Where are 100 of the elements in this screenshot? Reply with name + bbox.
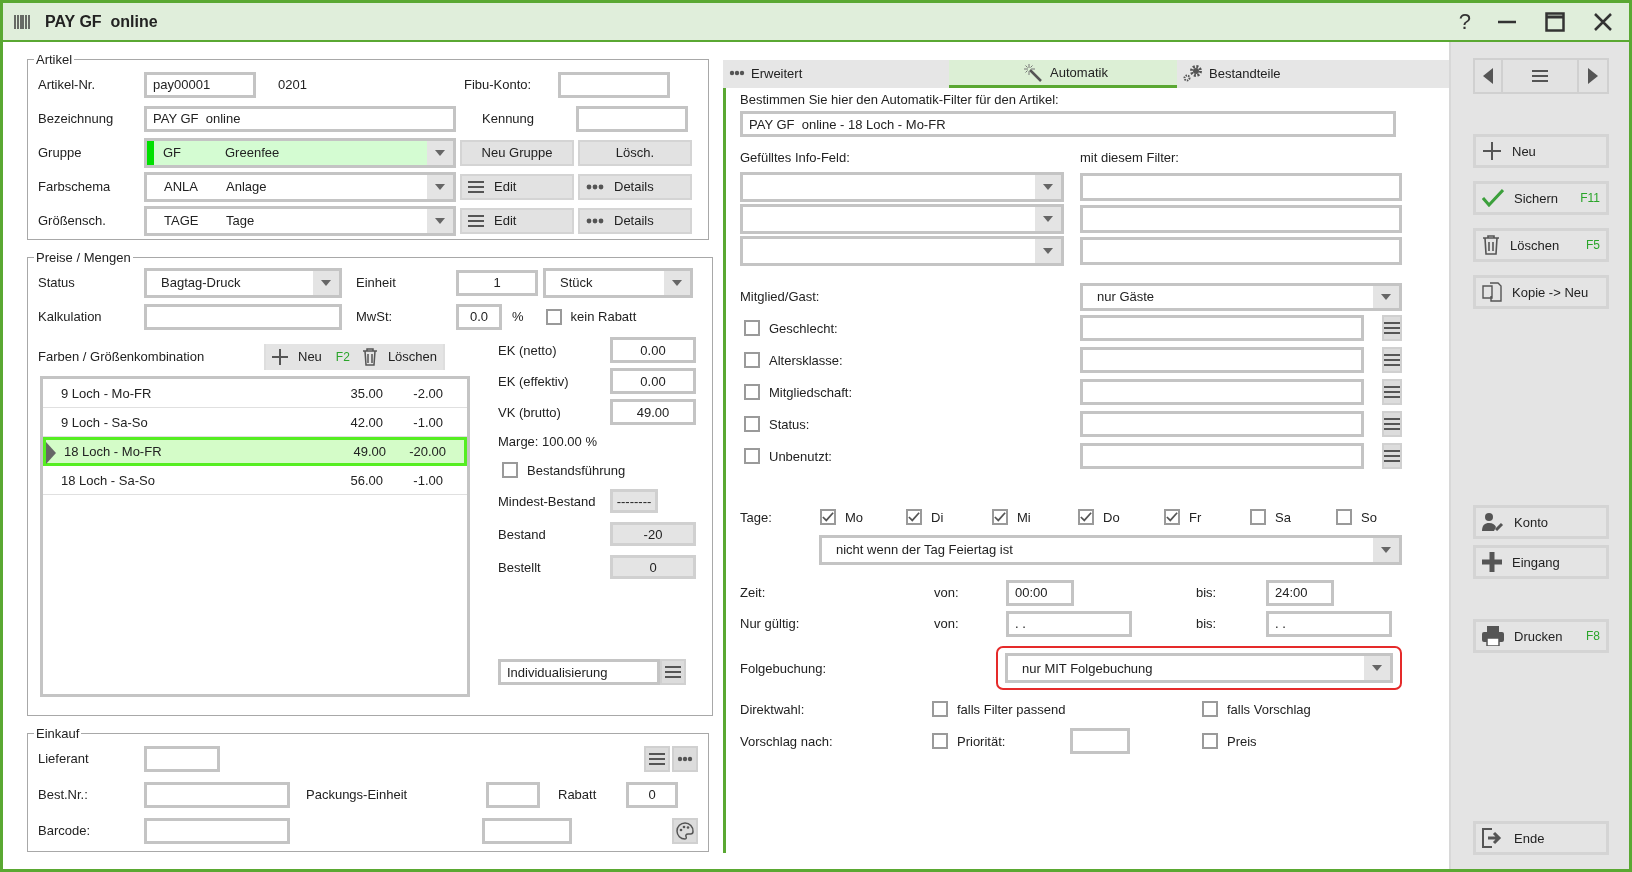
checkbox-label: Mo <box>845 509 864 525</box>
input-field[interactable]: 24:00 <box>1266 579 1334 606</box>
close-icon[interactable] <box>1593 11 1613 32</box>
input-field[interactable]: Individualisierung <box>498 659 660 685</box>
input-field[interactable]: . . <box>1006 610 1132 637</box>
form-button[interactable]: Details <box>578 207 692 234</box>
dropdown[interactable] <box>740 204 1064 234</box>
maximize-icon[interactable] <box>1545 11 1565 32</box>
input-field[interactable]: pay00001 <box>144 71 256 98</box>
input-field[interactable] <box>482 817 572 844</box>
checkbox[interactable] <box>1336 509 1352 525</box>
help-button[interactable]: ? <box>1458 8 1471 35</box>
dropdown[interactable]: nur Gäste <box>1080 282 1402 311</box>
input-field[interactable] <box>144 303 342 330</box>
input-field[interactable] <box>1080 379 1364 405</box>
checkbox[interactable] <box>932 701 948 717</box>
dropdown[interactable] <box>740 236 1064 266</box>
sidebar-button[interactable]: Eingang <box>1473 545 1609 579</box>
checkbox[interactable] <box>932 733 948 749</box>
input-field[interactable]: 0.00 <box>610 368 696 394</box>
input-field[interactable] <box>1080 237 1402 265</box>
field-label: Lieferant <box>38 751 90 766</box>
checkbox[interactable] <box>744 320 760 336</box>
list-button[interactable] <box>1382 379 1402 405</box>
checkbox[interactable] <box>744 352 760 368</box>
list-button[interactable] <box>644 745 670 772</box>
delete-button[interactable]: Löschen <box>355 343 444 370</box>
checkbox[interactable] <box>1202 701 1218 717</box>
tab[interactable]: Bestandteile <box>1177 60 1419 88</box>
checkbox[interactable] <box>545 308 562 325</box>
input-field[interactable] <box>558 71 670 98</box>
dropdown[interactable]: TAGE Tage <box>144 205 456 236</box>
input-field[interactable]: 0.00 <box>610 337 696 363</box>
list-row[interactable]: 18 Loch - Mo-FR 49.00 -20.00 <box>43 437 467 466</box>
input-field[interactable] <box>144 781 290 808</box>
checkbox[interactable] <box>820 509 836 525</box>
list-button[interactable] <box>660 659 686 685</box>
dropdown[interactable]: nur MIT Folgebuchung <box>1005 653 1393 683</box>
form-button[interactable]: Lösch. <box>578 139 692 166</box>
tab[interactable]: Automatik <box>949 60 1177 88</box>
sidebar-button[interactable]: Kopie -> Neu <box>1473 275 1609 309</box>
checkbox[interactable] <box>744 448 760 464</box>
input-field[interactable]: PAY GF online <box>144 105 456 132</box>
palette-button[interactable] <box>672 817 698 844</box>
form-button[interactable]: Edit <box>460 173 574 200</box>
checkbox[interactable] <box>1250 509 1266 525</box>
list-icon <box>1384 450 1400 462</box>
checkbox[interactable] <box>1202 733 1218 749</box>
list-button[interactable] <box>1382 315 1402 341</box>
input-field[interactable]: . . <box>1266 610 1392 637</box>
input-field[interactable] <box>1080 173 1402 201</box>
checkbox[interactable] <box>906 509 922 525</box>
exit-icon <box>1482 828 1504 848</box>
list-button[interactable] <box>1382 347 1402 373</box>
input-field[interactable] <box>144 817 290 844</box>
table-cell-text: 49.00 <box>352 444 386 459</box>
sidebar-button[interactable]: Ende <box>1473 821 1609 855</box>
sidebar-button[interactable]: Neu <box>1473 134 1609 168</box>
dropdown[interactable]: GF Greenfee <box>144 137 456 168</box>
more-button[interactable] <box>672 745 698 772</box>
sidebar-button[interactable]: Löschen F5 <box>1473 228 1609 262</box>
dropdown[interactable]: Stück <box>543 267 693 298</box>
sidebar-button[interactable]: Konto <box>1473 505 1609 539</box>
checkbox[interactable] <box>992 509 1008 525</box>
input-field[interactable] <box>1080 205 1402 233</box>
input-field[interactable] <box>144 745 220 772</box>
list-row[interactable]: 9 Loch - Mo-FR 35.00 -2.00 <box>43 379 467 408</box>
dropdown[interactable]: ANLA Anlage <box>144 171 456 202</box>
input-field[interactable]: 0 <box>626 781 678 808</box>
checkbox[interactable] <box>502 462 518 478</box>
list-button[interactable] <box>1382 411 1402 437</box>
input-field[interactable]: PAY GF online - 18 Loch - Mo-FR <box>740 111 1396 137</box>
input-field[interactable] <box>1080 411 1364 437</box>
list-row[interactable]: 18 Loch - Sa-So 56.00 -1.00 <box>43 466 467 495</box>
dropdown[interactable]: nicht wenn der Tag Feiertag ist <box>819 534 1402 565</box>
checkbox[interactable] <box>1078 509 1094 525</box>
sidebar-button[interactable]: Drucken F8 <box>1473 619 1609 653</box>
new-button[interactable]: Neu F2 <box>266 343 356 370</box>
checkbox[interactable] <box>1164 509 1180 525</box>
input-field[interactable] <box>1080 347 1364 373</box>
input-field[interactable]: 00:00 <box>1006 579 1074 606</box>
form-button[interactable]: Neu Gruppe <box>460 139 574 166</box>
input-field[interactable]: 49.00 <box>610 399 696 425</box>
input-field[interactable] <box>1080 315 1364 341</box>
tab[interactable]: Erweitert <box>723 60 949 88</box>
list-button[interactable] <box>1382 443 1402 469</box>
sidebar-button[interactable]: Sichern F11 <box>1473 181 1609 215</box>
input-field[interactable] <box>1070 728 1130 754</box>
input-field[interactable] <box>486 781 540 808</box>
dropdown[interactable]: Bagtag-Druck <box>144 267 342 298</box>
input-field[interactable]: 0.0 <box>456 303 502 330</box>
input-field[interactable] <box>1080 443 1364 469</box>
checkbox[interactable] <box>744 416 760 432</box>
input-field[interactable] <box>576 105 688 132</box>
checkbox[interactable] <box>744 384 760 400</box>
form-button[interactable]: Edit <box>460 207 574 234</box>
input-field[interactable]: 1 <box>456 269 538 296</box>
field-label: mit diesem Filter: <box>1080 149 1179 165</box>
dropdown[interactable] <box>740 172 1064 202</box>
form-button[interactable]: Details <box>578 173 692 200</box>
